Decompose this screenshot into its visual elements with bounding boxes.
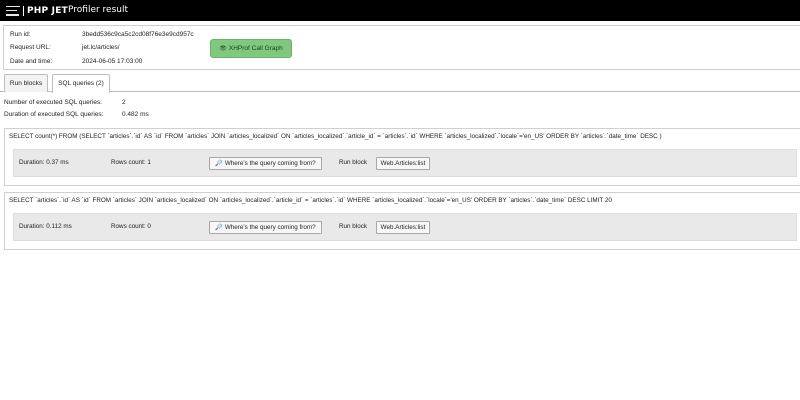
- request-url-label: Request URL:: [10, 44, 51, 51]
- xhprof-call-graph-button[interactable]: 👁 XHProf Call Graph: [210, 39, 292, 58]
- search-icon: 🔎: [215, 225, 223, 231]
- sql-query-text: SELECT count(*) FROM (SELECT `articles`.…: [9, 133, 662, 140]
- sql-query-item: SELECT `articles`.`id` AS `id` FROM `art…: [4, 192, 800, 250]
- query-count-value: 2: [122, 99, 126, 106]
- tab-run-blocks[interactable]: Run blocks: [4, 74, 48, 92]
- where-button-label: Where's the query coming from?: [224, 160, 316, 167]
- sql-query-text: SELECT `articles`.`id` AS `id` FROM `art…: [9, 197, 612, 204]
- query-rows-count: Rows count: 0: [111, 223, 151, 230]
- eye-icon: 👁: [219, 46, 227, 52]
- query-duration-label: Duration of executed SQL queries:: [4, 111, 104, 118]
- query-duration: Duration: 0.112 ms: [19, 223, 72, 230]
- query-details: Duration: 0.37 ms Rows count: 1 🔎 Where'…: [13, 149, 797, 177]
- top-bar: PHP JET Profiler result: [0, 0, 800, 21]
- php-jet-logo: PHP JET: [6, 5, 68, 16]
- where-query-coming-from-button[interactable]: 🔎 Where's the query coming from?: [209, 157, 322, 170]
- date-time-value: 2024-06-05 17:03:00: [82, 58, 143, 65]
- query-rows-count: Rows count: 1: [111, 159, 151, 166]
- logo-text: PHP JET: [23, 5, 68, 16]
- tab-sql-queries[interactable]: SQL queries (2): [52, 74, 110, 93]
- sql-query-item: SELECT count(*) FROM (SELECT `articles`.…: [4, 128, 800, 186]
- run-block-button[interactable]: Web.Articles:list: [376, 157, 430, 170]
- run-block-label: Run block: [339, 159, 368, 166]
- query-duration-value: 0.482 ms: [122, 111, 149, 118]
- query-details: Duration: 0.112 ms Rows count: 0 🔎 Where…: [13, 213, 797, 241]
- where-button-label: Where's the query coming from?: [224, 224, 316, 231]
- logo-lines-icon: [6, 5, 20, 16]
- run-id-label: Run id:: [10, 31, 31, 38]
- tab-bar: Run blocks SQL queries (2): [0, 73, 800, 93]
- date-time-label: Date and time:: [10, 58, 53, 65]
- query-duration: Duration: 0.37 ms: [19, 159, 69, 166]
- page-title: Profiler result: [68, 5, 129, 15]
- search-icon: 🔎: [215, 161, 223, 167]
- query-count-label: Number of executed SQL queries:: [4, 99, 103, 106]
- run-block-label: Run block: [339, 223, 368, 230]
- run-block-button[interactable]: Web.Articles:list: [376, 221, 430, 234]
- xhprof-button-label: XHProf Call Graph: [228, 45, 283, 52]
- where-query-coming-from-button[interactable]: 🔎 Where's the query coming from?: [209, 221, 322, 234]
- run-id-value: 3bedd536c9ca5c2cd08f76e3e9cd957c: [82, 31, 194, 38]
- request-url-value: jet.lc/articles/: [82, 44, 120, 51]
- run-info-panel: Run id: 3bedd536c9ca5c2cd08f76e3e9cd957c…: [3, 25, 800, 70]
